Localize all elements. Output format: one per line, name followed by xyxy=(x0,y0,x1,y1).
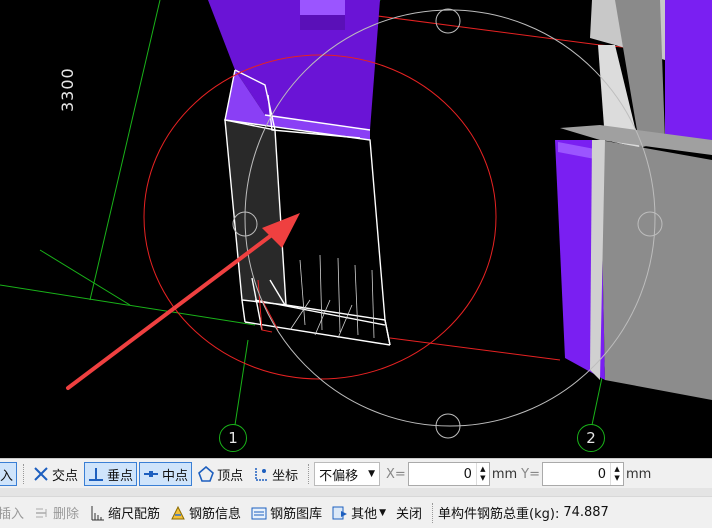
toolbar-separator xyxy=(432,502,434,523)
coordinate-icon xyxy=(255,468,269,481)
perpendicular-label: 垂点 xyxy=(107,468,134,484)
midpoint-label: 中点 xyxy=(162,468,189,484)
coordinate-label: 坐标 xyxy=(272,468,299,484)
axis-bubble-1: 1 xyxy=(219,424,247,452)
toolbar-divider xyxy=(0,488,712,496)
midpoint-icon xyxy=(144,471,159,477)
offset-select-value: 不偏移 xyxy=(319,468,359,484)
total-weight-value: 74.887 xyxy=(563,505,609,520)
toolbar-separator xyxy=(23,464,25,484)
viewport-canvas[interactable] xyxy=(0,0,712,458)
midpoint-snap-button[interactable]: 中点 xyxy=(139,462,193,486)
delete-row-icon xyxy=(36,508,47,517)
insert-snap-label: 入 xyxy=(0,468,14,484)
insert-snap-button[interactable]: 入 xyxy=(0,462,18,486)
scale-ruler-icon xyxy=(91,505,105,520)
perpendicular-icon xyxy=(89,468,104,481)
y-unit-label: mm xyxy=(626,466,652,482)
other-menu-label: 其他 xyxy=(351,507,378,522)
vertex-icon xyxy=(198,466,215,482)
rebar-library-button[interactable]: 钢筋图库 xyxy=(247,501,326,525)
chevron-down-icon: ▼ xyxy=(368,469,376,479)
y-coordinate-label: Y= xyxy=(521,466,541,482)
offset-select[interactable]: 不偏移 ▼ xyxy=(314,462,381,486)
toolbar-separator xyxy=(308,464,310,484)
rebar-info-icon xyxy=(171,505,185,519)
close-button[interactable]: 关闭 xyxy=(392,501,426,525)
snap-toolbar: 入 交点 垂点 中点 顶点 坐标 不偏移 ▼ X= 0 ▲ ▼ mm Y= 0 ▲… xyxy=(0,458,712,489)
x-unit-label: mm xyxy=(491,466,518,482)
scale-rebar-button[interactable]: 缩尺配筋 xyxy=(85,501,164,525)
insert-button[interactable]: 插入 xyxy=(0,501,28,525)
intersection-snap-button[interactable]: 交点 xyxy=(29,462,82,486)
rebar-info-label: 钢筋信息 xyxy=(189,507,242,522)
dimension-label: 3300 xyxy=(58,67,77,112)
scale-rebar-label: 缩尺配筋 xyxy=(108,507,161,522)
y-spinner-arrows-icon[interactable]: ▲ ▼ xyxy=(610,463,623,485)
chevron-down-icon: ▼ xyxy=(379,507,387,518)
y-coordinate-value: 0 xyxy=(597,466,607,482)
total-weight-label: 单构件钢筋总重(kg): xyxy=(438,507,560,522)
rebar-info-button[interactable]: 钢筋信息 xyxy=(166,501,245,525)
3d-model-viewport[interactable]: 3300 1 2 xyxy=(0,0,712,458)
axis-bubble-2: 2 xyxy=(577,424,605,452)
right-column-structure xyxy=(555,0,712,400)
other-menu-button[interactable]: 其他 ▼ xyxy=(328,501,390,525)
rebar-library-icon xyxy=(251,507,267,519)
vertex-snap-button[interactable]: 顶点 xyxy=(194,462,247,486)
x-coordinate-input[interactable]: 0 ▲ ▼ xyxy=(407,462,490,486)
vertex-label: 顶点 xyxy=(217,468,244,484)
x-spinner-arrows-icon[interactable]: ▲ ▼ xyxy=(475,463,489,485)
intersection-label: 交点 xyxy=(52,468,79,484)
coordinate-snap-button[interactable]: 坐标 xyxy=(249,462,302,486)
orbit-handle-top[interactable] xyxy=(435,8,461,34)
rebar-command-toolbar: 插入 删除 缩尺配筋 钢筋信息 钢筋图库 其他 ▼ 关闭 单构件钢筋总重(kg)… xyxy=(0,496,712,528)
perpendicular-snap-button[interactable]: 垂点 xyxy=(84,462,138,486)
intersection-icon xyxy=(34,467,48,481)
rebar-lines xyxy=(289,254,375,339)
x-coordinate-label: X= xyxy=(386,466,406,482)
delete-button[interactable]: 删除 xyxy=(30,501,83,525)
insert-label: 插入 xyxy=(0,507,25,522)
close-label: 关闭 xyxy=(396,507,423,522)
rebar-library-label: 钢筋图库 xyxy=(270,507,323,522)
other-menu-icon xyxy=(332,506,348,519)
delete-label: 删除 xyxy=(53,507,80,522)
x-coordinate-value: 0 xyxy=(463,466,472,482)
y-coordinate-input[interactable]: 0 ▲ ▼ xyxy=(542,462,625,486)
